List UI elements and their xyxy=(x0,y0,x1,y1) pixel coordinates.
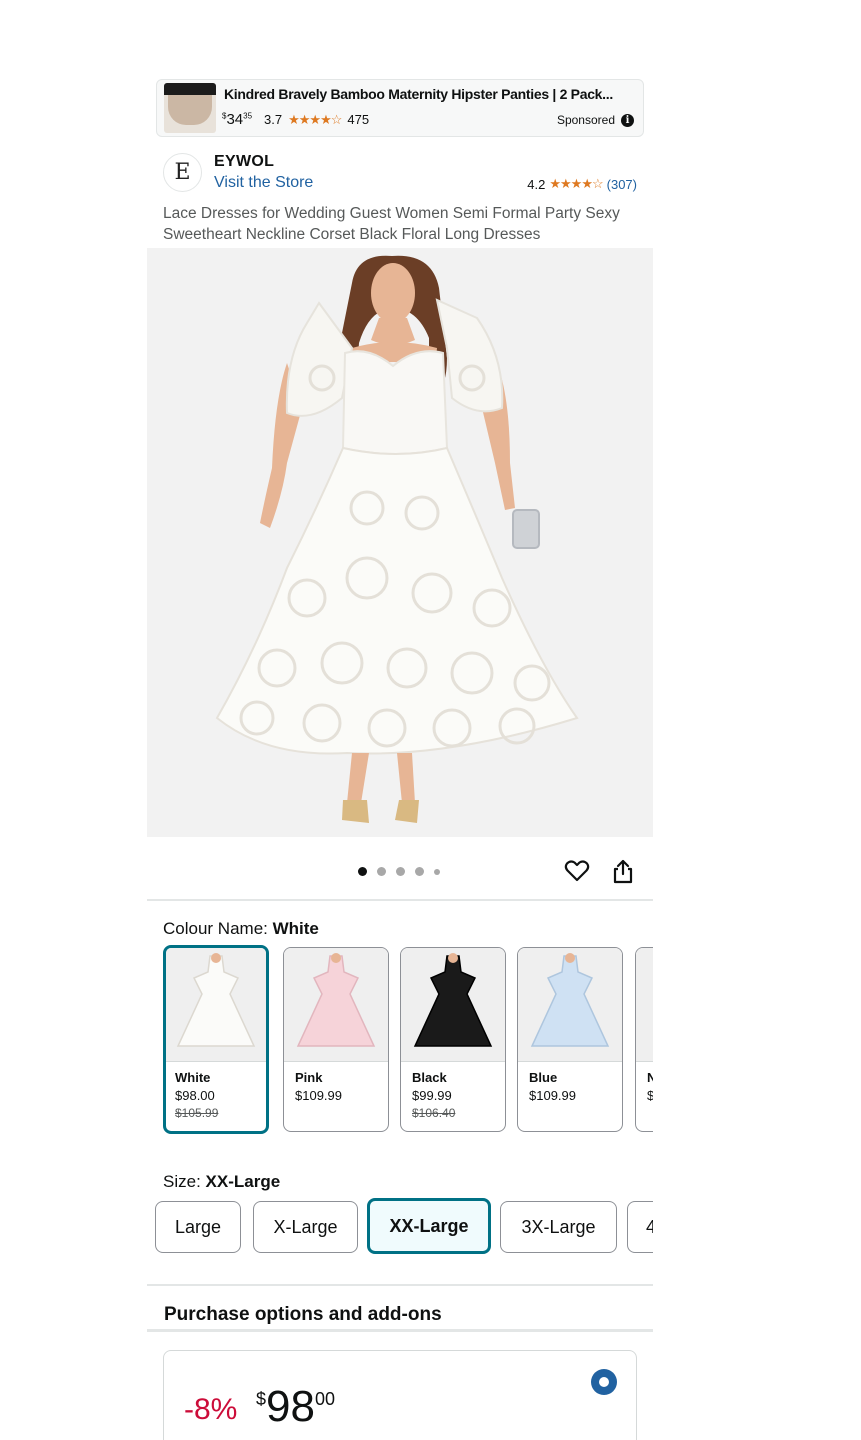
main-product-image[interactable] xyxy=(147,248,653,837)
ad-meta-row: $3435 3.7 ★★★★☆ 475 xyxy=(222,111,369,128)
carousel-dot[interactable] xyxy=(377,867,386,876)
purchase-options-heading: Purchase options and add-ons xyxy=(164,1304,442,1325)
star-rating-icon: ★★★★☆ xyxy=(549,176,603,191)
purchase-option-radio[interactable] xyxy=(591,1369,617,1395)
selected-colour: White xyxy=(272,919,319,938)
carousel-dot[interactable] xyxy=(358,867,367,876)
share-icon[interactable] xyxy=(610,858,636,884)
heart-icon[interactable] xyxy=(564,858,590,884)
swatch-thumbnail xyxy=(636,948,653,1062)
size-label: Size: XX-Large xyxy=(163,1172,281,1191)
colour-swatch-black[interactable]: Black $99.99 $106.40 xyxy=(400,947,506,1132)
size-option-x-large[interactable]: X-Large xyxy=(253,1201,358,1253)
swatch-thumbnail xyxy=(166,948,266,1062)
colour-swatch-pink[interactable]: Pink $109.99 xyxy=(283,947,389,1132)
image-carousel-indicator[interactable] xyxy=(358,867,440,876)
ad-star-rating-icon: ★★★★☆ xyxy=(288,112,342,127)
rating-value: 4.2 xyxy=(527,176,546,192)
ad-product-title[interactable]: Kindred Bravely Bamboo Maternity Hipster… xyxy=(224,86,613,102)
size-option-large[interactable]: Large xyxy=(155,1201,241,1253)
ad-product-thumbnail[interactable] xyxy=(164,83,216,133)
info-icon[interactable]: i xyxy=(621,113,634,127)
carousel-dot[interactable] xyxy=(434,868,440,875)
section-divider xyxy=(147,1329,653,1332)
section-divider xyxy=(147,1284,653,1286)
ad-price: $3435 xyxy=(222,111,253,128)
colour-swatch-white[interactable]: White $98.00 $105.99 xyxy=(163,945,269,1134)
carousel-dot[interactable] xyxy=(415,867,424,876)
swatch-thumbnail xyxy=(518,948,622,1062)
ad-rating-value: 3.7 xyxy=(264,112,283,127)
brand-logo[interactable]: E xyxy=(163,153,202,192)
carousel-dot[interactable] xyxy=(396,867,405,876)
colour-swatch-row[interactable]: White $98.00 $105.99 Pink $109.99 Black … xyxy=(163,945,653,1137)
colour-label: Colour Name: White xyxy=(163,919,319,938)
review-count-link[interactable]: (307) xyxy=(607,177,637,192)
colour-swatch-blue[interactable]: Blue $109.99 xyxy=(517,947,623,1132)
sponsored-ad-banner[interactable]: Kindred Bravely Bamboo Maternity Hipster… xyxy=(156,79,644,137)
purchase-option-card[interactable]: -8% $98 00 xyxy=(163,1350,637,1440)
swatch-thumbnail xyxy=(284,948,388,1062)
sponsored-label[interactable]: Sponsored i xyxy=(557,113,634,127)
ad-review-count: 475 xyxy=(347,112,370,127)
offer-price: $98 00 xyxy=(256,1382,335,1431)
visit-store-link[interactable]: Visit the Store xyxy=(214,174,313,192)
swatch-thumbnail xyxy=(401,948,505,1062)
colour-swatch-more[interactable]: N $ xyxy=(635,947,653,1132)
size-option-xx-large[interactable]: XX-Large xyxy=(367,1198,491,1254)
brand-name: EYWOL xyxy=(214,153,275,170)
size-option-row[interactable]: Large X-Large XX-Large 3X-Large 4 xyxy=(155,1197,653,1255)
product-rating[interactable]: 4.2 ★★★★☆ (307) xyxy=(527,176,637,192)
product-title: Lace Dresses for Wedding Guest Women Sem… xyxy=(163,205,620,243)
section-divider xyxy=(147,899,653,901)
selected-size: XX-Large xyxy=(205,1172,281,1191)
discount-percentage: -8% xyxy=(184,1393,238,1426)
size-option-4x-large[interactable]: 4 xyxy=(627,1201,653,1253)
size-option-3x-large[interactable]: 3X-Large xyxy=(500,1201,617,1253)
